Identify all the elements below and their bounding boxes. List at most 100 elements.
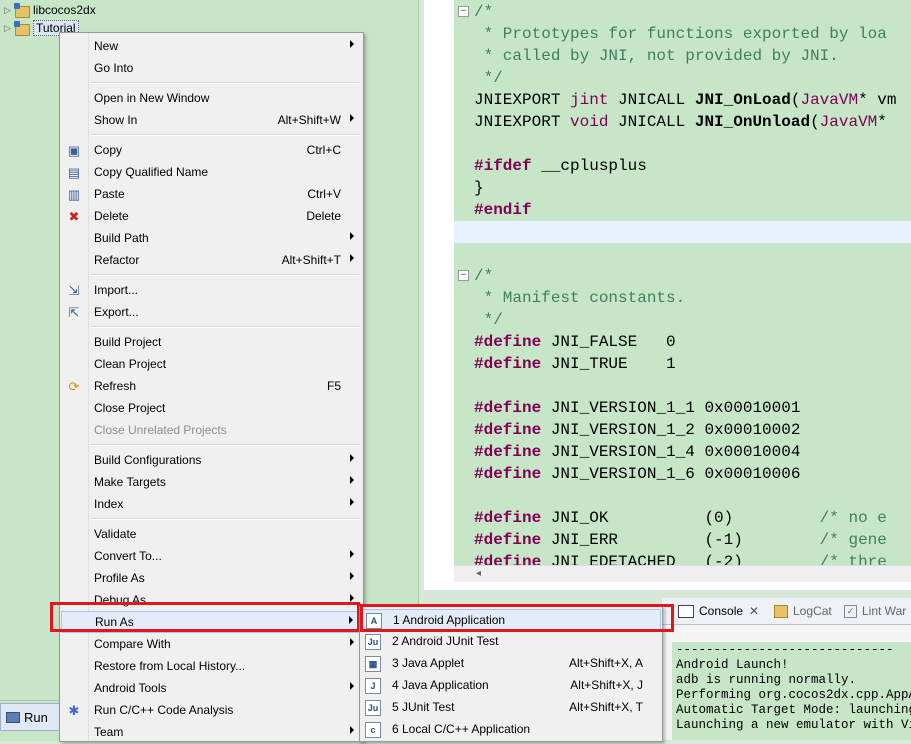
submenu-item-3-java-applet[interactable]: ▦ 3 Java Applet Alt+Shift+X, A bbox=[361, 653, 661, 675]
console-tab-bar: Console ✕ LogCat ✓ Lint War bbox=[662, 598, 911, 625]
applet-icon: ▦ bbox=[365, 656, 381, 672]
code-line: #define JNI_FALSE 0 bbox=[474, 333, 676, 351]
code-lines: /* * Prototypes for functions exported b… bbox=[454, 0, 911, 565]
submenu-item-5-junit-test[interactable]: Ju 5 JUnit Test Alt+Shift+X, T bbox=[361, 697, 661, 719]
project-folder-icon bbox=[14, 3, 30, 18]
menu-item-shortcut: Ctrl+C bbox=[306, 143, 341, 157]
menu-item-index[interactable]: Index bbox=[61, 494, 361, 516]
menu-item-android-tools[interactable]: Android Tools bbox=[61, 678, 361, 700]
menu-separator bbox=[90, 82, 360, 84]
menu-item-convert-to[interactable]: Convert To... bbox=[61, 546, 361, 568]
menu-item-label: Profile As bbox=[94, 571, 145, 585]
tab-label: LogCat bbox=[793, 604, 832, 618]
console-line: ----------------------------- bbox=[676, 643, 894, 657]
menu-item-label: Close Project bbox=[94, 401, 166, 415]
submenu-item-shortcut: Alt+Shift+X, A bbox=[568, 656, 643, 670]
editor-horizontal-scrollbar[interactable]: ◂ bbox=[454, 565, 911, 582]
menu-item-shortcut: Delete bbox=[306, 209, 341, 223]
code-line: #define JNI_VERSION_1_6 0x00010006 bbox=[474, 465, 801, 483]
code-line: * called by JNI, not provided by JNI. bbox=[474, 47, 839, 65]
submenu-item-shortcut: Alt+Shift+X, T bbox=[569, 700, 643, 714]
code-line: #define JNI_VERSION_1_4 0x00010004 bbox=[474, 443, 801, 461]
code-analysis-icon: ✱ bbox=[68, 703, 80, 718]
submenu-item-6-local-c-c-application[interactable]: c 6 Local C/C++ Application bbox=[361, 719, 661, 741]
menu-item-validate[interactable]: Validate bbox=[61, 524, 361, 546]
refresh-icon: ⟳ bbox=[68, 379, 80, 394]
menu-separator bbox=[90, 274, 360, 276]
console-line: adb is running normally. bbox=[676, 673, 857, 687]
code-line: #define JNI_VERSION_1_2 0x00010002 bbox=[474, 421, 801, 439]
copy-icon: ▣ bbox=[67, 143, 81, 158]
code-line: * Prototypes for functions exported by l… bbox=[474, 25, 887, 43]
menu-item-go-into[interactable]: Go Into bbox=[61, 58, 361, 80]
menu-item-refactor[interactable]: Refactor Alt+Shift+T bbox=[61, 250, 361, 272]
menu-item-build-path[interactable]: Build Path bbox=[61, 228, 361, 250]
menu-item-build-configurations[interactable]: Build Configurations bbox=[61, 450, 361, 472]
menu-item-label: Import... bbox=[94, 283, 139, 297]
menu-item-run-c-c-code-analysis[interactable]: ✱ Run C/C++ Code Analysis bbox=[61, 700, 361, 722]
menu-item-team[interactable]: Team bbox=[61, 722, 361, 744]
menu-item-label: Close Unrelated Projects bbox=[94, 423, 227, 437]
scroll-left-icon[interactable]: ◂ bbox=[476, 568, 481, 579]
tab-lint-warnings[interactable]: ✓ Lint War bbox=[844, 601, 906, 621]
menu-item-label: Convert To... bbox=[94, 549, 162, 563]
java-app-icon: J bbox=[365, 678, 381, 694]
menu-item-label: Run C/C++ Code Analysis bbox=[94, 703, 234, 717]
junit-icon: Ju bbox=[365, 634, 381, 650]
menu-item-clean-project[interactable]: Clean Project bbox=[61, 354, 361, 376]
code-line: } bbox=[474, 179, 484, 197]
menu-item-show-in[interactable]: Show In Alt+Shift+W bbox=[61, 110, 361, 132]
code-line: */ bbox=[474, 311, 503, 329]
tab-label: Lint War bbox=[862, 604, 907, 618]
run-tab-label: Run bbox=[24, 709, 48, 725]
menu-item-build-project[interactable]: Build Project bbox=[61, 332, 361, 354]
menu-item-label: Build Project bbox=[94, 335, 162, 349]
menu-item-export[interactable]: ⇱ Export... bbox=[61, 302, 361, 324]
close-icon[interactable]: ✕ bbox=[749, 604, 759, 618]
tab-console[interactable]: Console ✕ bbox=[678, 601, 759, 621]
run-view-icon bbox=[6, 711, 20, 723]
submenu-arrow-icon bbox=[350, 232, 354, 240]
menu-item-refresh[interactable]: ⟳ Refresh F5 bbox=[61, 376, 361, 398]
code-line: JNIEXPORT void JNICALL JNI_OnUnload(Java… bbox=[474, 113, 887, 131]
console-output[interactable]: ----------------------------- Android Lau… bbox=[672, 642, 911, 740]
menu-item-close-project[interactable]: Close Project bbox=[61, 398, 361, 420]
menu-item-copy[interactable]: ▣ Copy Ctrl+C bbox=[61, 140, 361, 162]
menu-item-label: Refactor bbox=[94, 253, 140, 267]
menu-item-open-in-new-window[interactable]: Open in New Window bbox=[61, 88, 361, 110]
menu-item-make-targets[interactable]: Make Targets bbox=[61, 472, 361, 494]
cpp-app-icon: c bbox=[365, 722, 381, 738]
menu-item-shortcut: Alt+Shift+T bbox=[281, 253, 341, 267]
submenu-item-2-android-junit-test[interactable]: Ju 2 Android JUnit Test bbox=[361, 631, 661, 653]
menu-item-compare-with[interactable]: Compare With bbox=[61, 634, 361, 656]
code-line: JNIEXPORT jint JNICALL JNI_OnLoad(JavaVM… bbox=[474, 91, 897, 109]
submenu-arrow-icon bbox=[350, 114, 354, 122]
menu-item-profile-as[interactable]: Profile As bbox=[61, 568, 361, 590]
expand-arrow-icon[interactable]: ▷ bbox=[4, 23, 14, 34]
run-tab[interactable]: Run bbox=[0, 703, 60, 731]
tab-label: Console bbox=[699, 604, 744, 618]
tree-item-libcocos2dx[interactable]: ▷ libcocos2dx bbox=[4, 1, 96, 19]
submenu-arrow-icon bbox=[350, 682, 354, 690]
code-line: #define JNI_OK (0) /* no e bbox=[474, 509, 887, 527]
menu-item-label: Build Configurations bbox=[94, 453, 202, 467]
submenu-arrow-icon bbox=[350, 550, 354, 558]
menu-item-shortcut: F5 bbox=[326, 379, 341, 393]
menu-item-label: Team bbox=[94, 725, 124, 739]
menu-item-new[interactable]: New bbox=[61, 36, 361, 58]
code-line: /* bbox=[474, 267, 494, 285]
menu-item-import[interactable]: ⇲ Import... bbox=[61, 280, 361, 302]
tab-logcat[interactable]: LogCat bbox=[774, 601, 832, 621]
menu-item-close-unrelated-projects: Close Unrelated Projects bbox=[61, 420, 361, 442]
menu-item-restore-from-local-history[interactable]: Restore from Local History... bbox=[61, 656, 361, 678]
menu-item-delete[interactable]: ✖ Delete Delete bbox=[61, 206, 361, 228]
submenu-item-4-java-application[interactable]: J 4 Java Application Alt+Shift+X, J bbox=[361, 675, 661, 697]
menu-item-label: Refresh bbox=[94, 379, 137, 393]
expand-arrow-icon[interactable]: ▷ bbox=[4, 5, 14, 16]
menu-item-paste[interactable]: ▥ Paste Ctrl+V bbox=[61, 184, 361, 206]
submenu-item-label: 4 Java Application bbox=[392, 678, 489, 692]
submenu-item-label: 3 Java Applet bbox=[392, 656, 465, 670]
import-icon: ⇲ bbox=[68, 283, 80, 298]
menu-item-copy-qualified-name[interactable]: ▤ Copy Qualified Name bbox=[61, 162, 361, 184]
submenu-arrow-icon bbox=[350, 638, 354, 646]
